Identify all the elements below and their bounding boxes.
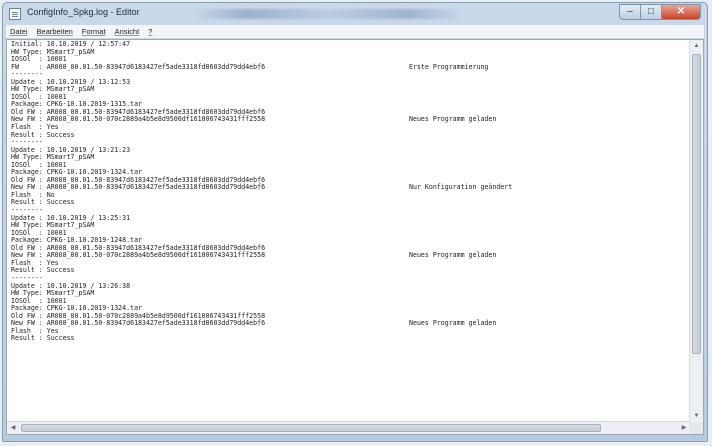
- notepad-icon: [9, 8, 21, 20]
- log-line-text: FW : AR008_00.01.50-83947d6183427ef5ade3…: [11, 62, 266, 71]
- close-button[interactable]: ✕: [661, 4, 701, 20]
- editor-window: ConfigInfo_Spkg.log - Editor – □ ✕ Datei…: [2, 2, 708, 442]
- maximize-button[interactable]: □: [640, 4, 662, 20]
- log-line: HW Type: MSmart7_pSAM: [11, 48, 687, 57]
- log-line: Flash : Yes: [11, 259, 687, 268]
- log-line: HW Type: MSmart7_pSAM: [11, 86, 687, 94]
- log-line: Flash : No: [11, 191, 687, 200]
- log-line: New FW : AR008_00.01.50-83947d6183427ef5…: [11, 320, 687, 328]
- menu-format[interactable]: Format: [82, 27, 106, 36]
- menu-bearbeiten[interactable]: Bearbeiten: [37, 27, 73, 36]
- log-line-comment: Neues Programm geladen: [409, 115, 497, 124]
- log-line: HW Type: MSmart7_pSAM: [11, 222, 687, 230]
- window-title: ConfigInfo_Spkg.log - Editor: [27, 7, 140, 17]
- scroll-left-icon[interactable]: ◀: [7, 422, 19, 434]
- log-line: FW : AR008_00.01.50-83947d6183427ef5ade3…: [11, 62, 687, 72]
- log-line: Update : 10.10.2019 / 13:21:23: [11, 146, 687, 155]
- vertical-scrollbar[interactable]: ▲ ▼: [689, 40, 703, 434]
- log-line: Result : Success: [11, 131, 687, 140]
- menu-datei[interactable]: Datei: [10, 27, 28, 36]
- log-line: Update : 10.10.2019 / 13:12:53: [11, 78, 687, 87]
- log-line-text: Result : Success: [11, 334, 75, 343]
- window-controls: – □ ✕: [619, 4, 701, 20]
- log-line-comment: Neues Programm geladen: [409, 319, 497, 328]
- horizontal-scroll-thumb[interactable]: [21, 424, 601, 432]
- log-line: Initial: 10.10.2019 / 12:57:47: [11, 40, 687, 49]
- resize-grip[interactable]: [690, 422, 703, 434]
- log-line: New FW : AR008_00.01.50-070c2889a4b5e8d9…: [11, 252, 687, 260]
- menu-bar: Datei Bearbeiten Format Ansicht ?: [6, 25, 704, 38]
- log-line: Flash : Yes: [11, 327, 687, 336]
- log-line: Update : 10.10.2019 / 13:26:38: [11, 282, 687, 291]
- text-editor-area[interactable]: Initial: 10.10.2019 / 12:57:47 HW Type: M…: [6, 39, 704, 435]
- log-line: Update : 10.10.2019 / 13:25:31: [11, 214, 687, 223]
- menu-help[interactable]: ?: [148, 27, 152, 36]
- log-line: Result : Success: [11, 199, 687, 207]
- log-line: HW Type: MSmart7_pSAM: [11, 154, 687, 162]
- horizontal-scrollbar[interactable]: ◀ ▶: [7, 421, 690, 434]
- scroll-right-icon[interactable]: ▶: [678, 422, 690, 434]
- title-bar[interactable]: ConfigInfo_Spkg.log - Editor – □ ✕: [3, 3, 707, 25]
- scroll-down-icon[interactable]: ▼: [690, 410, 703, 422]
- log-line: Result : Success: [11, 267, 687, 275]
- log-line-comment: Erste Programmierung: [409, 62, 489, 71]
- scroll-up-icon[interactable]: ▲: [690, 40, 703, 52]
- log-text[interactable]: Initial: 10.10.2019 / 12:57:47 HW Type: M…: [11, 40, 687, 420]
- log-line: Result : Success: [11, 335, 687, 343]
- vertical-scroll-thumb[interactable]: [692, 54, 701, 354]
- log-line-comment: Nur Konfiguration geändert: [409, 183, 513, 192]
- menu-ansicht[interactable]: Ansicht: [115, 27, 140, 36]
- log-line: New FW : AR008_00.01.50-83947d6183427ef5…: [11, 184, 687, 192]
- blurred-toolbar-decoration: [193, 9, 463, 19]
- log-line: New FW : AR008_00.01.50-070c2889a4b5e8d9…: [11, 116, 687, 124]
- log-line: HW Type: MSmart7_pSAM: [11, 289, 687, 298]
- log-line: Flash : Yes: [11, 123, 687, 132]
- minimize-button[interactable]: –: [619, 4, 641, 20]
- log-line-comment: Neues Programm geladen: [409, 251, 497, 260]
